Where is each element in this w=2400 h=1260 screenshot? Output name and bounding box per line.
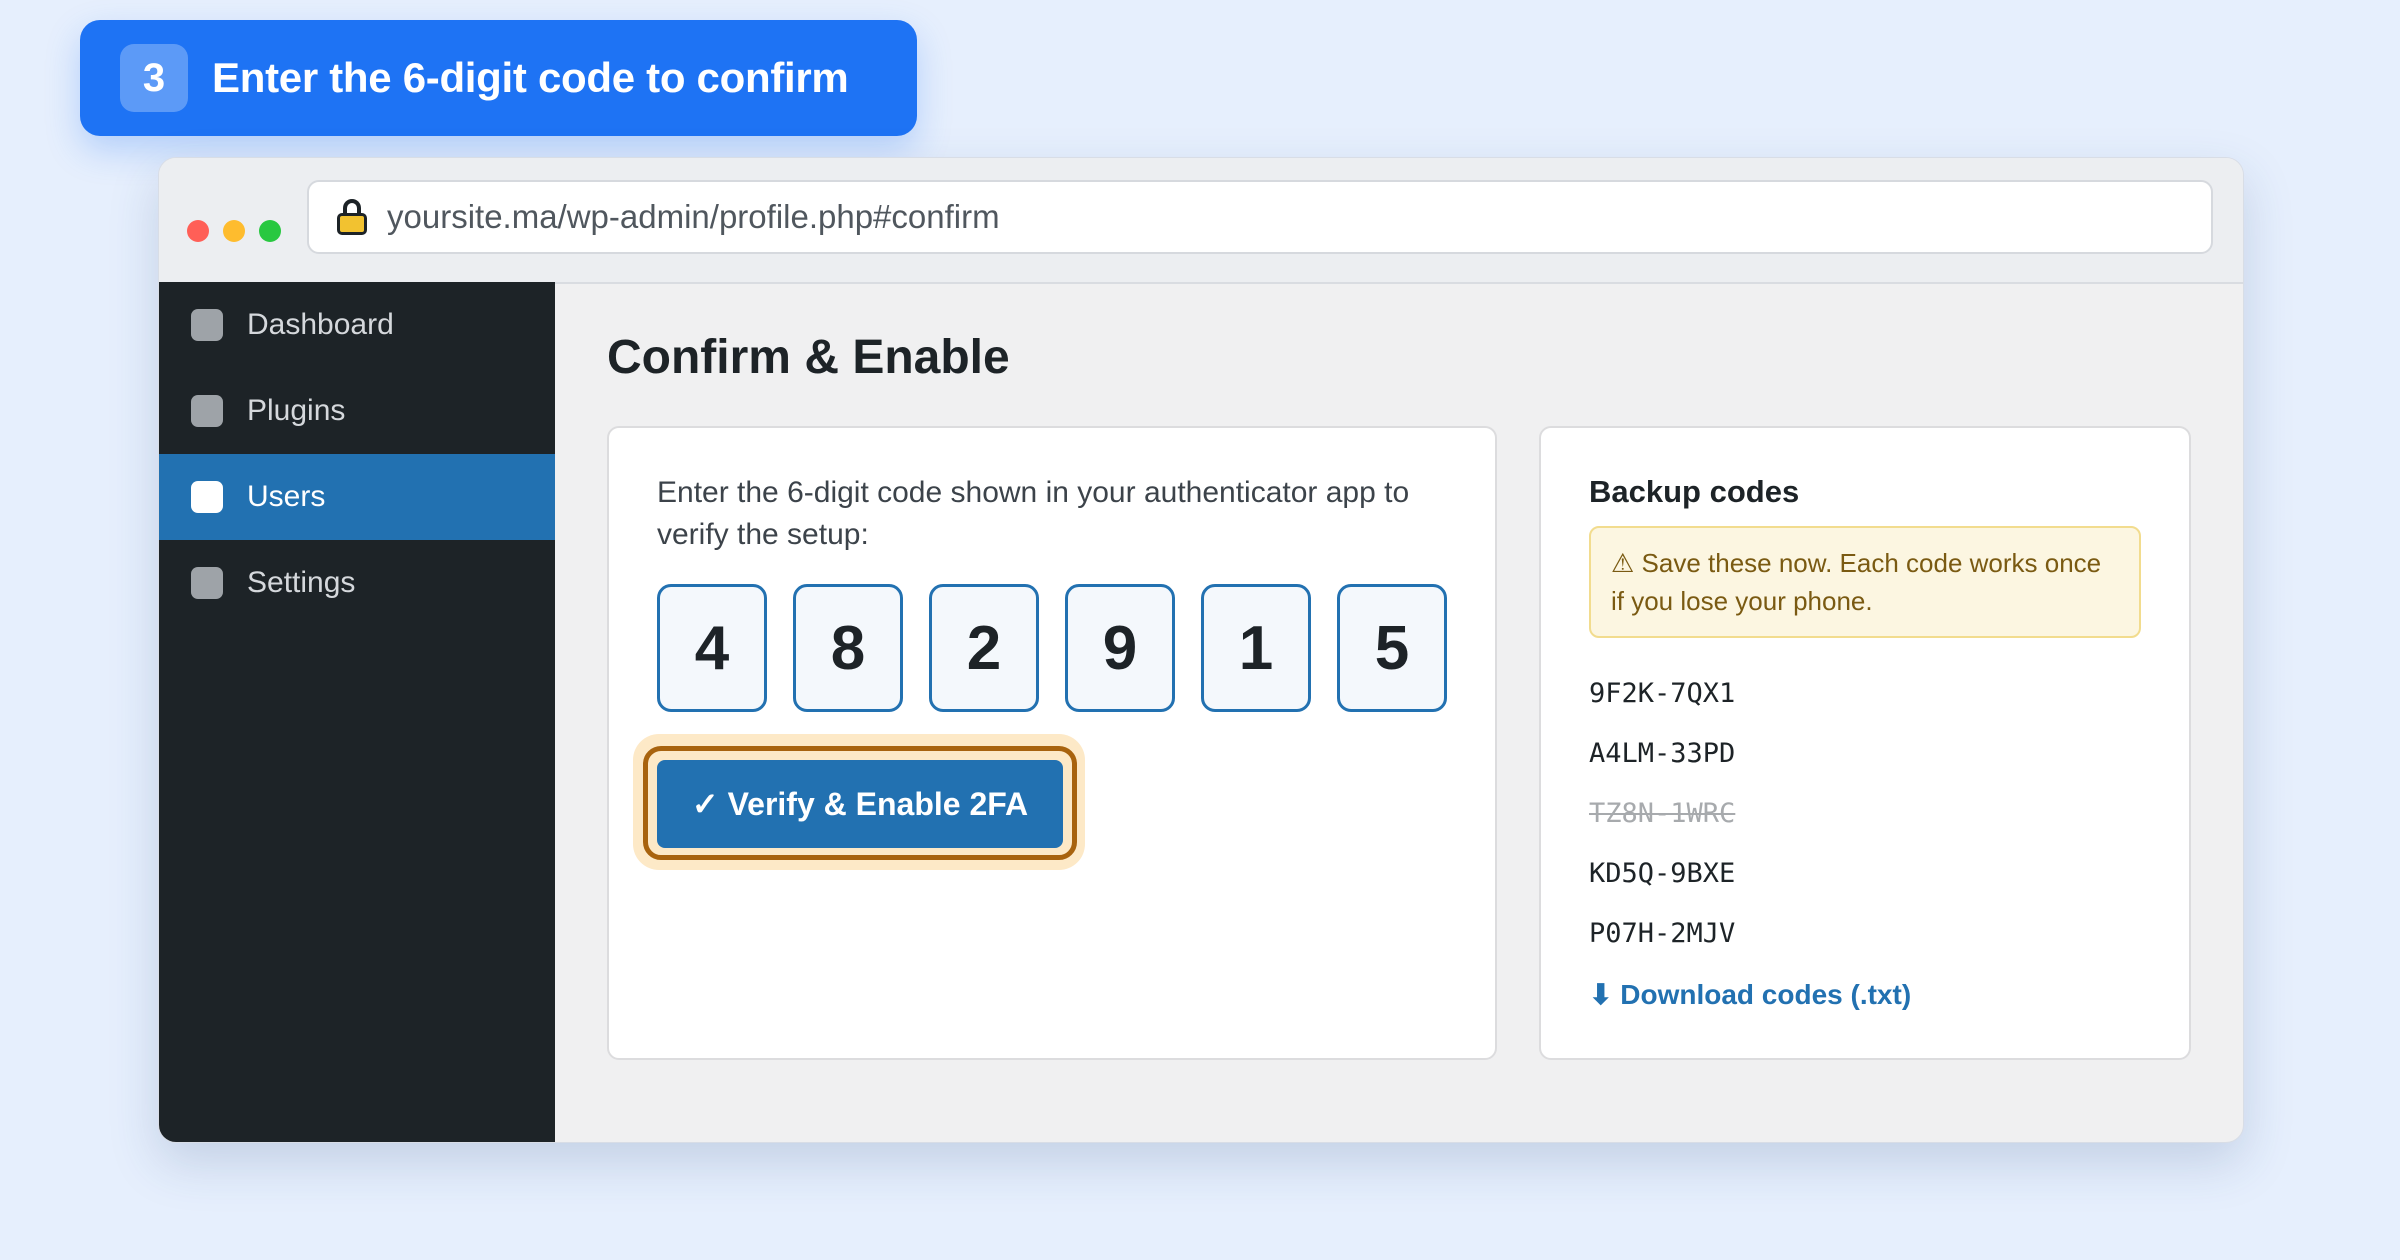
download-codes-link[interactable]: ⬇ Download codes (.txt) <box>1589 978 1911 1011</box>
sidebar-item-users[interactable]: Users <box>159 454 555 540</box>
code-digit-input-3[interactable]: 2 <box>929 584 1039 712</box>
sidebar-item-label: Settings <box>247 566 356 599</box>
step-title: Enter the 6-digit code to confirm <box>212 54 849 101</box>
verify-instruction: Enter the 6-digit code shown in your aut… <box>657 476 1410 551</box>
backup-code-used: TZ8N-1WRC <box>1589 798 1736 829</box>
backup-code: P07H-2MJV <box>1589 918 1736 949</box>
backup-codes-card: Backup codes ⚠ Save these now. Each code… <box>1539 426 2191 1060</box>
users-icon <box>191 481 223 513</box>
main-content: Confirm & Enable Enter the 6-digit code … <box>555 282 2243 1142</box>
verify-highlight: ✓ Verify & Enable 2FA <box>633 734 1085 870</box>
page-title: Confirm & Enable <box>607 331 1010 384</box>
sidebar-item-dashboard[interactable]: Dashboard <box>159 282 555 368</box>
backup-codes-title: Backup codes <box>1589 474 1800 509</box>
code-digit-input-1[interactable]: 4 <box>657 584 767 712</box>
sidebar-item-label: Plugins <box>247 394 346 427</box>
step-number-badge: 3 <box>120 44 188 112</box>
code-digit-input-4[interactable]: 9 <box>1065 584 1175 712</box>
verify-card: Enter the 6-digit code shown in your aut… <box>607 426 1497 1060</box>
verify-enable-2fa-button[interactable]: ✓ Verify & Enable 2FA <box>657 760 1063 848</box>
close-window-button[interactable] <box>187 220 209 242</box>
address-bar[interactable]: yoursite.ma/wp-admin/profile.php#confirm <box>307 180 2213 254</box>
maximize-window-button[interactable] <box>259 220 281 242</box>
backup-code: 9F2K-7QX1 <box>1589 678 1736 709</box>
sidebar-item-label: Users <box>247 480 326 513</box>
minimize-window-button[interactable] <box>223 220 245 242</box>
sidebar-item-plugins[interactable]: Plugins <box>159 368 555 454</box>
sidebar-item-settings[interactable]: Settings <box>159 540 555 626</box>
plugins-icon <box>191 395 223 427</box>
code-digit-input-2[interactable]: 8 <box>793 584 903 712</box>
browser-toolbar: yoursite.ma/wp-admin/profile.php#confirm <box>159 158 2243 284</box>
url-text: yoursite.ma/wp-admin/profile.php#confirm <box>387 198 1000 235</box>
settings-icon <box>191 567 223 599</box>
backup-warning-notice: ⚠ Save these now. Each code works once i… <box>1589 526 2141 638</box>
browser-window: yoursite.ma/wp-admin/profile.php#confirm… <box>158 157 2244 1143</box>
dashboard-icon <box>191 309 223 341</box>
backup-code: A4LM-33PD <box>1589 738 1736 769</box>
code-digit-input-6[interactable]: 5 <box>1337 584 1447 712</box>
backup-code: KD5Q-9BXE <box>1589 858 1736 889</box>
lock-icon <box>337 199 367 235</box>
code-digit-input-5[interactable]: 1 <box>1201 584 1311 712</box>
admin-sidebar: Dashboard Plugins Users Settings <box>159 282 555 1142</box>
backup-code-list: 9F2K-7QX1 A4LM-33PD TZ8N-1WRC KD5Q-9BXE … <box>1589 674 1735 974</box>
code-input-group: 4 8 2 9 1 5 <box>657 584 1447 712</box>
step-banner: 3 Enter the 6-digit code to confirm <box>80 20 917 136</box>
sidebar-item-label: Dashboard <box>247 308 394 341</box>
